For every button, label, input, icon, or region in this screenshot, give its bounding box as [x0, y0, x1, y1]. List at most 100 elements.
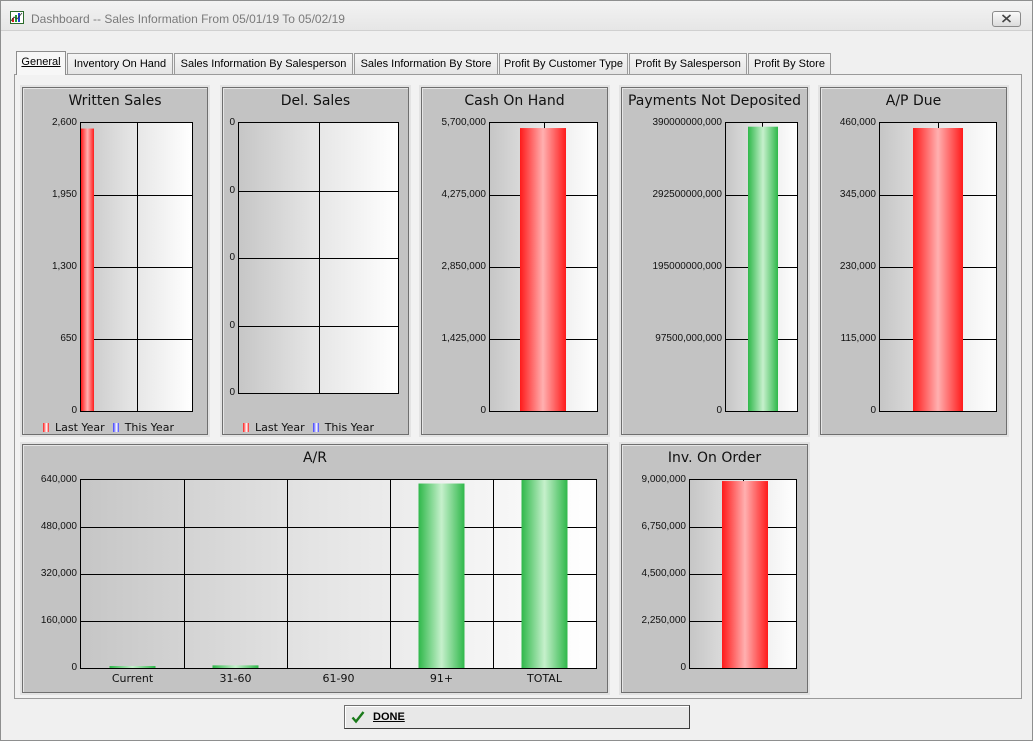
y-tick-label: 0 [716, 405, 722, 416]
chart-title: Inv. On Order [667, 450, 762, 466]
legend-label: This Year [124, 421, 174, 434]
written-sales-chart: Written Sales 0 650 1,300 1,950 2,600 Last Yea… [22, 87, 208, 435]
close-button[interactable] [992, 11, 1021, 27]
legend-item: This Year [312, 421, 374, 434]
y-tick-label: 320,000 [40, 568, 77, 579]
y-tick-label: 1,950 [51, 189, 77, 200]
legend-label: Last Year [255, 421, 305, 434]
tab-label: Profit By Store [754, 58, 825, 70]
chart-legend: Last Year This Year [43, 421, 182, 434]
bar [521, 480, 568, 668]
bar [748, 126, 778, 411]
plot-area [879, 122, 997, 412]
y-tick-label: 0 [229, 117, 235, 128]
plot-svg [81, 123, 192, 411]
ar-chart: A/R 0 160,000 320,000 480,000 640,000 Current 3… [22, 444, 608, 693]
y-tick-label: 2,850,000 [441, 261, 487, 272]
y-tick-label: 0 [229, 387, 235, 398]
y-tick-label: 230,000 [839, 261, 876, 272]
plot-area [80, 479, 597, 669]
bar [913, 128, 963, 411]
delivered-sales-chart: Del. Sales 0 0 0 0 0 Last Year This Year [222, 87, 409, 435]
y-tick-label: 160,000 [40, 615, 77, 626]
chart-legend: Last Year This Year [243, 421, 382, 434]
done-button[interactable]: DONE [344, 705, 690, 729]
legend-swatch [112, 423, 119, 432]
tab-label: Profit By Customer Type [503, 58, 623, 70]
plot-area [689, 479, 797, 669]
legend-label: Last Year [55, 421, 105, 434]
tab-general[interactable]: General [16, 51, 66, 75]
payments-not-deposited-chart: Payments Not Deposited 0 97500,000,000 1950… [621, 87, 808, 435]
y-tick-label: 345,000 [839, 189, 876, 200]
plot-area [238, 122, 399, 394]
y-tick-label: 195000000,000 [652, 261, 722, 272]
bar [520, 128, 566, 411]
tab-profit-by-salesperson[interactable]: Profit By Salesperson [629, 53, 747, 75]
tab-label: General [21, 56, 61, 68]
x-tick-label: TOTAL [527, 672, 562, 685]
chart-title: Cash On Hand [464, 93, 565, 109]
y-tick-label: 1,425,000 [441, 333, 487, 344]
tab-inventory-on-hand[interactable]: Inventory On Hand [67, 53, 173, 75]
plot-svg [81, 480, 596, 668]
legend-item: Last Year [243, 421, 305, 434]
bar [418, 483, 465, 668]
chart-title: Del. Sales [280, 93, 351, 109]
y-tick-label: 5,700,000 [441, 117, 487, 128]
y-tick-label: 97500,000,000 [655, 333, 722, 344]
y-tick-label: 0 [229, 184, 235, 196]
chart-title: Written Sales [68, 93, 162, 109]
inv-on-order-chart: Inv. On Order 0 2,250,000 4,500,000 6,750,00… [621, 444, 808, 693]
tab-sales-by-store[interactable]: Sales Information By Store [354, 53, 498, 75]
plot-svg [690, 480, 796, 668]
y-tick-label: 0 [870, 405, 876, 416]
y-tick-label: 0 [680, 662, 686, 673]
y-tick-label: 2,600 [51, 117, 77, 128]
y-tick-label: 650 [60, 333, 77, 344]
tab-label: Sales Information By Store [360, 58, 492, 70]
y-tick-label: 0 [480, 405, 486, 416]
y-tick-label: 2,250,000 [641, 615, 687, 626]
y-tick-label: 0 [229, 319, 235, 331]
x-tick-label: 61-90 [322, 672, 355, 685]
title-bar[interactable]: Dashboard -- Sales Information From 05/0… [1, 1, 1032, 31]
legend-item: This Year [112, 421, 174, 434]
legend-swatch [243, 423, 249, 432]
cash-on-hand-chart: Cash On Hand 0 1,425,000 2,850,000 4,275,000… [421, 87, 608, 435]
window-title: Dashboard -- Sales Information From 05/0… [31, 12, 345, 26]
plot-svg [239, 123, 398, 393]
y-tick-label: 1,300 [51, 261, 77, 272]
plot-area [489, 122, 598, 412]
plot-area [725, 122, 798, 412]
x-tick-label: Current [111, 672, 154, 685]
bar [81, 128, 94, 411]
plot-svg [726, 123, 797, 411]
plot-svg [880, 123, 996, 411]
chart-title: A/R [302, 450, 328, 466]
chart-icon [10, 11, 24, 24]
tab-sales-by-salesperson[interactable]: Sales Information By Salesperson [174, 53, 353, 75]
y-tick-label: 0 [71, 662, 77, 673]
bar [109, 666, 156, 668]
tab-label: Profit By Salesperson [635, 58, 741, 70]
legend-swatch [43, 423, 49, 432]
y-tick-label: 115,000 [840, 333, 876, 344]
x-tick-label: 91+ [429, 672, 454, 685]
chart-title: Payments Not Deposited [627, 93, 802, 109]
legend-swatch [312, 423, 319, 432]
y-tick-label: 6,750,000 [641, 521, 687, 532]
bar [212, 665, 259, 668]
legend-label: This Year [324, 421, 374, 434]
tab-profit-by-store[interactable]: Profit By Store [748, 53, 831, 75]
y-tick-label: 390000000,000 [652, 117, 722, 128]
y-tick-label: 0 [229, 252, 235, 263]
y-tick-label: 4,500,000 [641, 568, 687, 579]
checkmark-icon [351, 710, 365, 724]
done-label: DONE [373, 711, 405, 723]
close-icon [1001, 10, 1012, 28]
bar [722, 481, 768, 668]
ap-due-chart: A/P Due 0 115,000 230,000 345,000 460,000 [820, 87, 1007, 435]
y-tick-label: 9,000,000 [641, 474, 687, 485]
tab-profit-by-customer-type[interactable]: Profit By Customer Type [499, 53, 628, 75]
